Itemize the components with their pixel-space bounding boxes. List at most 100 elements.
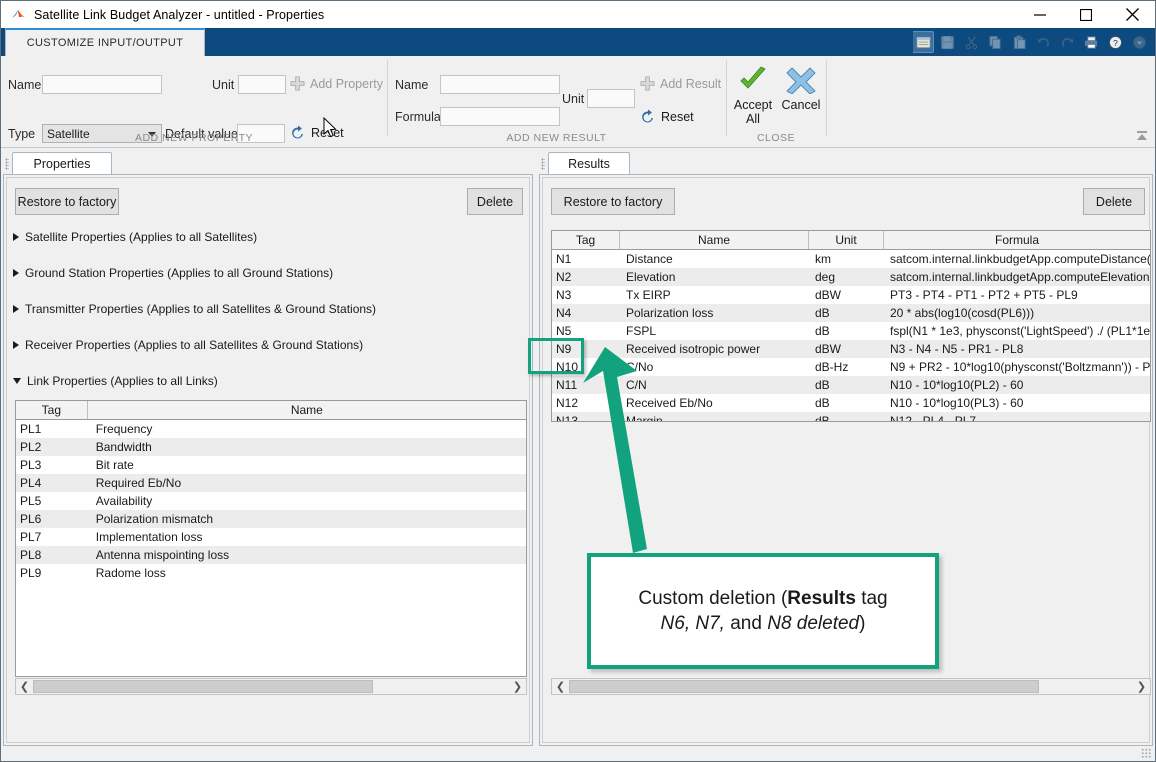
results-table[interactable]: Tag Name Unit Formula N1Distancekmsatcom…	[551, 230, 1151, 422]
print-icon[interactable]	[1080, 31, 1102, 53]
callout-seg-4: N6, N7,	[661, 613, 725, 634]
cell-tag: PL5	[16, 492, 88, 510]
window-title: Satellite Link Budget Analyzer - untitle…	[34, 8, 324, 22]
table-row[interactable]: PL4Required Eb/No	[16, 474, 526, 492]
minimize-button[interactable]	[1017, 1, 1063, 28]
cell-name: Elevation	[620, 268, 809, 286]
cell-name: Received Eb/No	[620, 394, 809, 412]
properties-horizontal-scrollbar[interactable]: ❮ ❯	[15, 678, 527, 695]
cell-tag: PL3	[16, 456, 88, 474]
add-property-button[interactable]: Add Property	[290, 76, 383, 91]
reset-result-label: Reset	[661, 110, 694, 124]
help-icon[interactable]: ?	[1104, 31, 1126, 53]
table-row[interactable]: N1Distancekmsatcom.internal.linkbudgetAp…	[552, 250, 1150, 268]
table-row[interactable]: PL7Implementation loss	[16, 528, 526, 546]
triangle-right-icon	[13, 233, 19, 241]
column-header-tag[interactable]: Tag	[16, 401, 88, 419]
panel-grip[interactable]	[541, 158, 545, 170]
scroll-track[interactable]	[569, 679, 1133, 694]
results-horizontal-scrollbar[interactable]: ❮ ❯	[551, 678, 1151, 695]
cell-name: Bandwidth	[88, 438, 526, 456]
section-transmitter-properties[interactable]: Transmitter Properties (Applies to all S…	[13, 302, 376, 316]
new-icon[interactable]	[912, 31, 934, 53]
section-receiver-properties[interactable]: Receiver Properties (Applies to all Sate…	[13, 338, 363, 352]
chevron-down-icon[interactable]	[1128, 31, 1150, 53]
close-button[interactable]	[1109, 1, 1155, 28]
scroll-thumb[interactable]	[33, 680, 373, 693]
maximize-button[interactable]	[1063, 1, 1109, 28]
section-link-properties[interactable]: Link Properties (Applies to all Links)	[13, 374, 218, 388]
restore-to-factory-results-button[interactable]: Restore to factory	[551, 188, 675, 215]
cell-tag: PL1	[16, 420, 88, 438]
column-header-tag[interactable]: Tag	[552, 231, 620, 249]
copy-icon[interactable]	[984, 31, 1006, 53]
tab-customize-input-output[interactable]: CUSTOMIZE INPUT/OUTPUT	[5, 28, 205, 56]
table-row[interactable]: PL6Polarization mismatch	[16, 510, 526, 528]
scroll-right-icon[interactable]: ❯	[1133, 679, 1150, 694]
table-row[interactable]: N11C/NdBN10 - 10*log10(PL2) - 60	[552, 376, 1150, 394]
collapse-ribbon-button[interactable]	[1135, 129, 1149, 143]
cut-icon[interactable]	[960, 31, 982, 53]
scroll-left-icon[interactable]: ❮	[552, 679, 569, 694]
scroll-track[interactable]	[33, 679, 509, 694]
save-icon[interactable]	[936, 31, 958, 53]
scroll-left-icon[interactable]: ❮	[16, 679, 33, 694]
cell-formula: satcom.internal.linkbudgetApp.computeDis…	[884, 250, 1150, 268]
tab-results[interactable]: Results	[548, 152, 630, 175]
table-row[interactable]: N12Received Eb/NodBN10 - 10*log10(PL3) -…	[552, 394, 1150, 412]
table-row[interactable]: PL5Availability	[16, 492, 526, 510]
title-bar: Satellite Link Budget Analyzer - untitle…	[1, 1, 1155, 28]
callout-seg-7: )	[859, 613, 865, 634]
delete-results-button[interactable]: Delete	[1083, 188, 1145, 215]
property-unit-input[interactable]	[238, 75, 286, 94]
add-property-label: Add Property	[310, 77, 383, 91]
cell-tag: N2	[552, 268, 620, 286]
restore-to-factory-properties-button[interactable]: Restore to factory	[15, 188, 119, 215]
reset-result-button[interactable]: Reset	[640, 109, 694, 125]
cell-tag: PL6	[16, 510, 88, 528]
table-row[interactable]: N4Polarization lossdB20 * abs(log10(cosd…	[552, 304, 1150, 322]
table-row[interactable]: N3Tx EIRPdBWPT3 - PT4 - PT1 - PT2 + PT5 …	[552, 286, 1150, 304]
table-row[interactable]: PL3Bit rate	[16, 456, 526, 474]
result-name-input[interactable]	[440, 75, 560, 94]
table-row[interactable]: N2Elevationdegsatcom.internal.linkbudget…	[552, 268, 1150, 286]
link-properties-table[interactable]: Tag Name PL1FrequencyPL2BandwidthPL3Bit …	[15, 400, 527, 677]
table-row[interactable]: PL8Antenna mispointing loss	[16, 546, 526, 564]
result-unit-input[interactable]	[587, 89, 635, 108]
section-ground-station-properties[interactable]: Ground Station Properties (Applies to al…	[13, 266, 333, 280]
cell-formula: satcom.internal.linkbudgetApp.computeEle…	[884, 268, 1150, 286]
triangle-right-icon	[13, 341, 19, 349]
scroll-thumb[interactable]	[569, 680, 1039, 693]
redo-icon[interactable]	[1056, 31, 1078, 53]
table-row[interactable]: N5FSPLdBfspl(N1 * 1e3, physconst('LightS…	[552, 322, 1150, 340]
cell-tag: PL4	[16, 474, 88, 492]
table-row[interactable]: N10C/NodB-HzN9 + PR2 - 10*log10(physcons…	[552, 358, 1150, 376]
delete-properties-button[interactable]: Delete	[467, 188, 523, 215]
column-header-formula[interactable]: Formula	[884, 231, 1150, 249]
column-header-name[interactable]: Name	[88, 401, 526, 419]
tab-properties[interactable]: Properties	[12, 152, 112, 175]
cell-tag: N11	[552, 376, 620, 394]
table-row[interactable]: N13MargindBN12 - PL4 - PL7	[552, 412, 1150, 422]
add-result-button[interactable]: Add Result	[640, 76, 721, 91]
column-header-name[interactable]: Name	[620, 231, 809, 249]
undo-icon[interactable]	[1032, 31, 1054, 53]
plus-icon	[290, 76, 305, 91]
scroll-right-icon[interactable]: ❯	[509, 679, 526, 694]
column-header-unit[interactable]: Unit	[809, 231, 884, 249]
resize-grip[interactable]	[1141, 748, 1151, 758]
table-row[interactable]: PL9Radome loss	[16, 564, 526, 582]
cell-formula: N3 - N4 - N5 - PR1 - PL8	[884, 340, 1150, 358]
table-row[interactable]: N9Received isotropic powerdBWN3 - N4 - N…	[552, 340, 1150, 358]
table-row[interactable]: PL2Bandwidth	[16, 438, 526, 456]
property-unit-label: Unit	[212, 78, 234, 92]
table-row[interactable]: PL1Frequency	[16, 420, 526, 438]
cancel-button[interactable]: Cancel	[778, 66, 824, 112]
accept-all-button[interactable]: Accept All	[730, 66, 776, 127]
panel-grip[interactable]	[5, 158, 9, 170]
property-name-input[interactable]	[42, 75, 162, 94]
result-formula-input[interactable]	[440, 107, 560, 126]
paste-icon[interactable]	[1008, 31, 1030, 53]
section-satellite-properties[interactable]: Satellite Properties (Applies to all Sat…	[13, 230, 257, 244]
cell-formula: N10 - 10*log10(PL2) - 60	[884, 376, 1150, 394]
